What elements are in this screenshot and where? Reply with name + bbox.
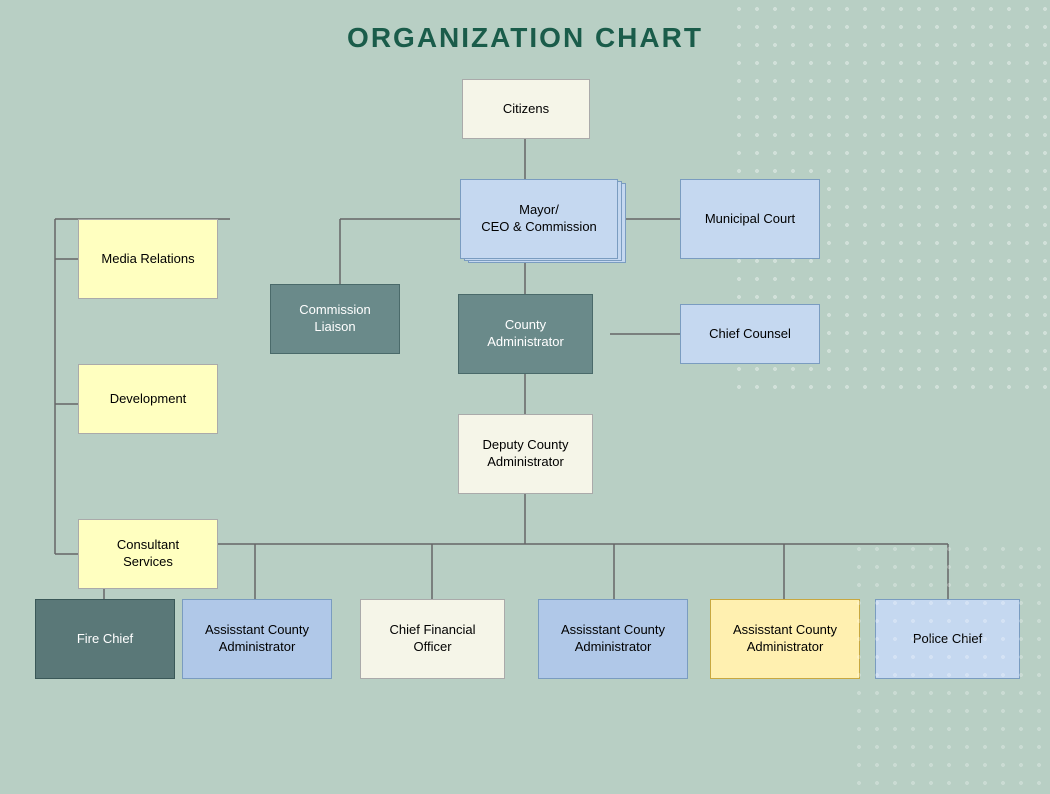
mayor-box: Mayor/ CEO & Commission	[460, 179, 618, 259]
citizens-box: Citizens	[462, 79, 590, 139]
cfo-box: Chief Financial Officer	[360, 599, 505, 679]
county-admin-box: County Administrator	[458, 294, 593, 374]
deputy-county-admin-box: Deputy County Administrator	[458, 414, 593, 494]
asst-county-admin-3-box: Assisstant County Administrator	[710, 599, 860, 679]
fire-chief-box: Fire Chief	[35, 599, 175, 679]
asst-county-admin-2-box: Assisstant County Administrator	[538, 599, 688, 679]
media-relations-box: Media Relations	[78, 219, 218, 299]
chief-counsel-box: Chief Counsel	[680, 304, 820, 364]
municipal-court-box: Municipal Court	[680, 179, 820, 259]
development-box: Development	[78, 364, 218, 434]
consultant-services-box: Consultant Services	[78, 519, 218, 589]
page-title: ORGANIZATION CHART	[0, 0, 1050, 64]
commission-liaison-box: Commission Liaison	[270, 284, 400, 354]
org-chart: Citizens Mayor/ CEO & Commission Municip…	[0, 64, 1050, 794]
asst-county-admin-1-box: Assisstant County Administrator	[182, 599, 332, 679]
police-chief-box: Police Chief	[875, 599, 1020, 679]
